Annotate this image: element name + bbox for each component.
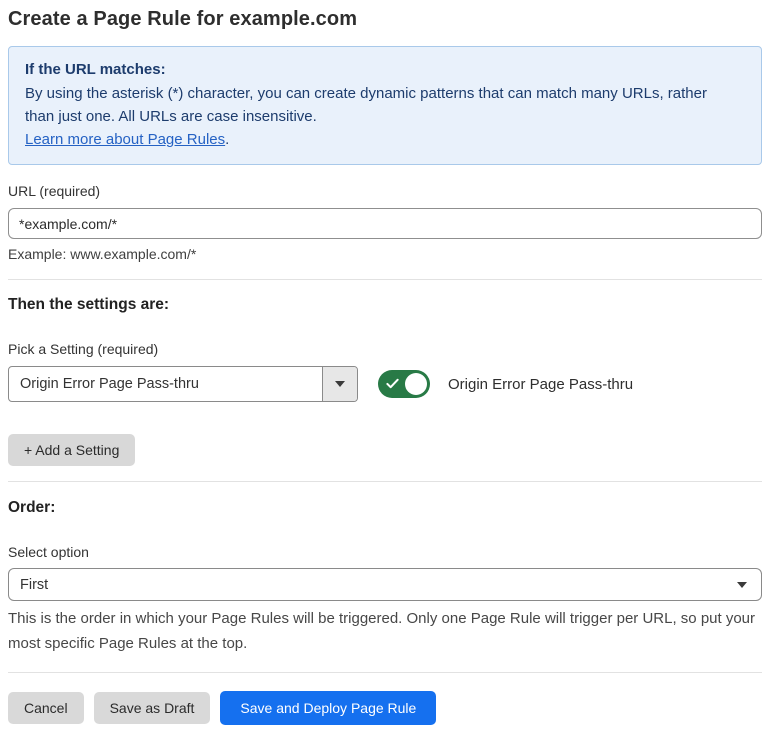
cancel-button[interactable]: Cancel [8, 692, 84, 724]
url-example-text: Example: www.example.com/* [8, 246, 197, 262]
chevron-down-icon [335, 381, 345, 387]
settings-section-heading: Then the settings are: [8, 296, 170, 313]
divider [8, 279, 762, 280]
info-box-link-line: Learn more about Page Rules. [25, 128, 745, 151]
setting-toggle[interactable] [378, 370, 430, 398]
url-field-label: URL (required) [8, 183, 101, 199]
chevron-down-icon [737, 581, 747, 588]
link-period: . [225, 131, 230, 148]
save-deploy-button[interactable]: Save and Deploy Page Rule [220, 691, 437, 725]
save-draft-button[interactable]: Save as Draft [93, 692, 211, 724]
setting-dropdown[interactable]: Origin Error Page Pass-thru [8, 366, 358, 402]
setting-toggle-label: Origin Error Page Pass-thru [448, 375, 634, 393]
order-select[interactable]: First [8, 568, 762, 601]
check-icon [386, 378, 399, 389]
order-section-heading: Order: [8, 499, 56, 516]
footer-actions: Cancel Save as Draft Save and Deploy Pag… [8, 691, 762, 725]
order-description: This is the order in which your Page Rul… [8, 610, 756, 652]
info-box-body: By using the asterisk (*) character, you… [25, 82, 725, 128]
info-box-body-text: By using the asterisk (*) character, you… [25, 85, 707, 125]
toggle-knob [405, 373, 427, 395]
add-setting-button[interactable]: + Add a Setting [8, 434, 136, 466]
learn-more-link[interactable]: Learn more about Page Rules [25, 131, 225, 148]
order-select-value: First [20, 576, 49, 593]
setting-row: Origin Error Page Pass-thru Origin Error… [8, 366, 762, 402]
setting-dropdown-value: Origin Error Page Pass-thru [20, 376, 199, 392]
setting-dropdown-arrow-button[interactable] [322, 367, 357, 401]
url-input[interactable] [8, 208, 762, 239]
pick-setting-label: Pick a Setting (required) [8, 341, 159, 357]
page-title: Create a Page Rule for example.com [8, 8, 358, 30]
info-box-heading: If the URL matches: [25, 61, 166, 78]
divider [8, 481, 762, 482]
order-select-label: Select option [8, 544, 89, 560]
url-match-info-box: If the URL matches: By using the asteris… [8, 46, 762, 165]
divider [8, 672, 762, 673]
